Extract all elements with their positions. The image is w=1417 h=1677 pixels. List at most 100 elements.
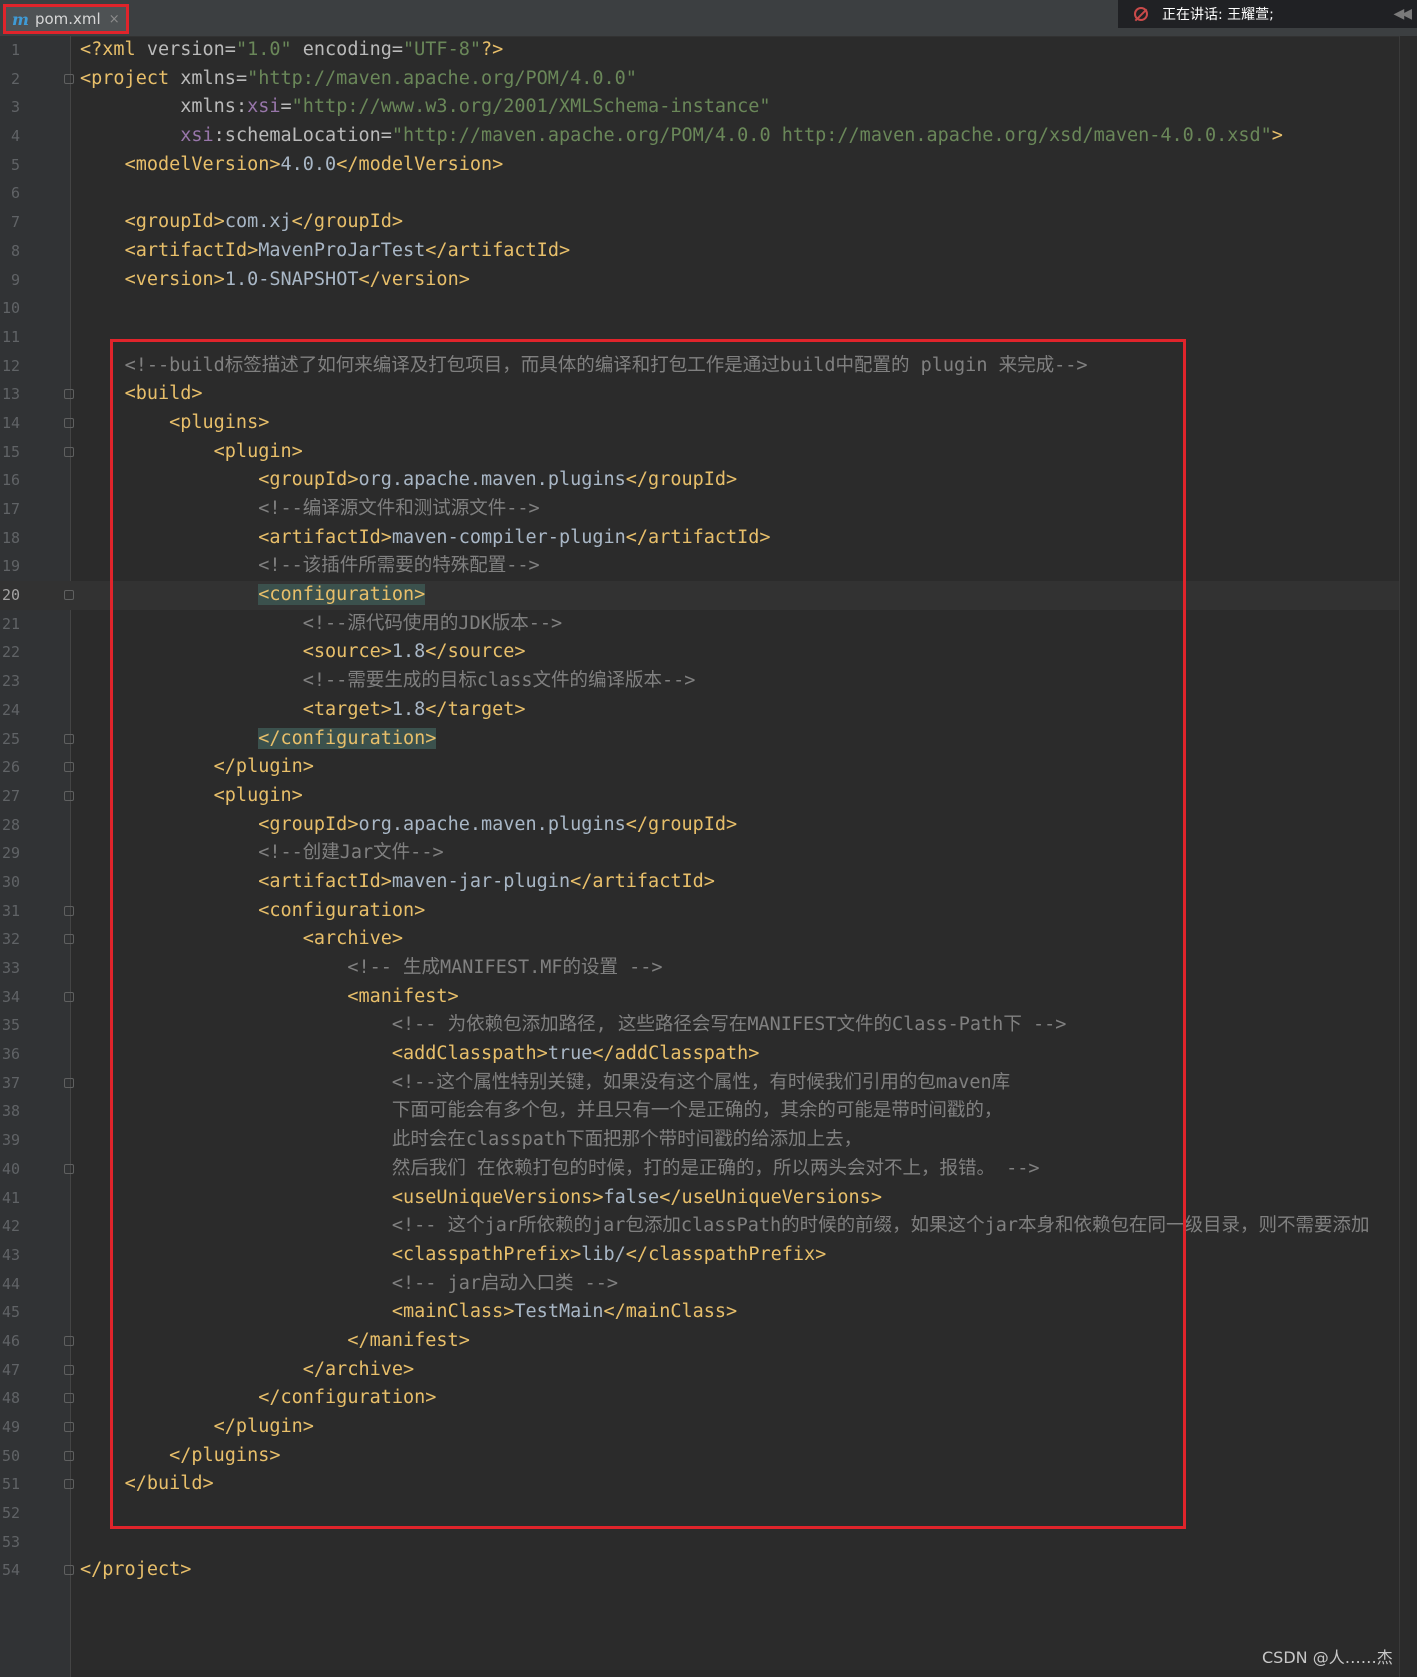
- code-line[interactable]: 28 <groupId>org.apache.maven.plugins</gr…: [0, 811, 1399, 840]
- code-line[interactable]: 41 <useUniqueVersions>false</useUniqueVe…: [0, 1184, 1399, 1213]
- muted-mic-icon[interactable]: [1134, 7, 1148, 21]
- code-token: <!--源代码使用的JDK版本-->: [302, 612, 563, 634]
- code-line[interactable]: 8 <artifactId>MavenProJarTest</artifactI…: [0, 237, 1399, 266]
- fold-marker-icon[interactable]: [64, 934, 74, 945]
- fold-marker-icon[interactable]: [64, 1450, 74, 1461]
- collapse-arrows-icon[interactable]: ◀◀: [1393, 6, 1411, 22]
- code-line[interactable]: 23 <!--需要生成的目标class文件的编译版本-->: [0, 667, 1399, 696]
- code-line[interactable]: 2 <project xmlns="http://maven.apache.org…: [0, 65, 1399, 94]
- code-line[interactable]: 38 下面可能会有多个包，并且只有一个是正确的，其余的可能是带时间戳的，: [0, 1097, 1399, 1126]
- code-token: "http://maven.apache.org/POM/4.0.0": [247, 67, 637, 89]
- code-text: <artifactId>MavenProJarTest</artifactId>: [80, 237, 571, 266]
- code-token: <build>: [124, 383, 203, 405]
- code-token: <classpathPrefix>: [391, 1243, 582, 1265]
- code-line[interactable]: 16 <groupId>org.apache.maven.plugins</gr…: [0, 466, 1399, 495]
- code-line[interactable]: 34 <manifest>: [0, 983, 1399, 1012]
- code-line[interactable]: 25 </configuration>: [0, 725, 1399, 754]
- fold-marker-icon[interactable]: [64, 590, 74, 601]
- code-text: </project>: [80, 1556, 191, 1585]
- code-line[interactable]: 4 xsi:schemaLocation="http://maven.apach…: [0, 122, 1399, 151]
- fold-marker-icon[interactable]: [64, 1335, 74, 1346]
- fold-marker-icon[interactable]: [64, 389, 74, 400]
- tab-pom-xml[interactable]: m pom.xml ×: [3, 4, 129, 34]
- fold-marker-icon[interactable]: [64, 73, 74, 84]
- fold-marker-icon[interactable]: [64, 1163, 74, 1174]
- code-line[interactable]: 35 <!-- 为依赖包添加路径, 这些路径会写在MANIFEST文件的Clas…: [0, 1011, 1399, 1040]
- code-line[interactable]: 26 </plugin>: [0, 753, 1399, 782]
- code-line[interactable]: 45 <mainClass>TestMain</mainClass>: [0, 1298, 1399, 1327]
- code-token: <!--创建Jar文件-->: [258, 842, 444, 864]
- code-line[interactable]: 50 </plugins>: [0, 1442, 1399, 1471]
- fold-marker-icon[interactable]: [64, 733, 74, 744]
- vertical-scrollbar[interactable]: [1399, 36, 1417, 1677]
- code-line[interactable]: 52: [0, 1499, 1399, 1528]
- code-line[interactable]: 6: [0, 179, 1399, 208]
- code-line[interactable]: 7 <groupId>com.xj</groupId>: [0, 208, 1399, 237]
- code-line[interactable]: 21 <!--源代码使用的JDK版本-->: [0, 610, 1399, 639]
- code-line[interactable]: 15 <plugin>: [0, 438, 1399, 467]
- code-text: <groupId>org.apache.maven.plugins</group…: [80, 466, 737, 495]
- fold-marker-icon[interactable]: [64, 1479, 74, 1490]
- code-token: </groupId>: [625, 469, 738, 491]
- meeting-speaking-bar: 正在讲话: 王耀萱; ◀◀: [1118, 0, 1417, 28]
- close-icon[interactable]: ×: [109, 12, 120, 27]
- code-line[interactable]: 51 </build>: [0, 1470, 1399, 1499]
- code-line[interactable]: 33 <!-- 生成MANIFEST.MF的设置 -->: [0, 954, 1399, 983]
- code-line[interactable]: 36 <addClasspath>true</addClasspath>: [0, 1040, 1399, 1069]
- code-line[interactable]: 43 <classpathPrefix>lib/</classpathPrefi…: [0, 1241, 1399, 1270]
- fold-marker-icon[interactable]: [64, 1077, 74, 1088]
- fold-marker-icon[interactable]: [64, 417, 74, 428]
- code-line[interactable]: 31 <configuration>: [0, 897, 1399, 926]
- code-line[interactable]: 5 <modelVersion>4.0.0</modelVersion>: [0, 151, 1399, 180]
- code-editor[interactable]: 1 <?xml version="1.0" encoding="UTF-8"?> 2…: [0, 36, 1399, 1585]
- code-line[interactable]: 40 然后我们 在依赖打包的时候，打的是正确的，所以两头会对不上，报错。 -->: [0, 1155, 1399, 1184]
- code-line[interactable]: 13 <build>: [0, 380, 1399, 409]
- code-text: <useUniqueVersions>false</useUniqueVersi…: [80, 1184, 882, 1213]
- code-line[interactable]: 49 </plugin>: [0, 1413, 1399, 1442]
- code-text: <?xml version="1.0" encoding="UTF-8"?>: [80, 36, 503, 65]
- code-line[interactable]: 24 <target>1.8</target>: [0, 696, 1399, 725]
- line-number: 1: [10, 41, 20, 59]
- fold-marker-icon[interactable]: [64, 1565, 74, 1576]
- code-text: <modelVersion>4.0.0</modelVersion>: [80, 151, 504, 180]
- code-line[interactable]: 44 <!-- jar启动入口类 -->: [0, 1270, 1399, 1299]
- code-line[interactable]: 20 <configuration>: [0, 581, 1399, 610]
- fold-marker-icon[interactable]: [64, 790, 74, 801]
- code-token: </plugin>: [213, 756, 314, 778]
- code-line[interactable]: 19 <!--该插件所需要的特殊配置-->: [0, 552, 1399, 581]
- code-line[interactable]: 54 </project>: [0, 1556, 1399, 1585]
- code-line[interactable]: 27 <plugin>: [0, 782, 1399, 811]
- code-line[interactable]: 10: [0, 294, 1399, 323]
- code-line[interactable]: 1 <?xml version="1.0" encoding="UTF-8"?>: [0, 36, 1399, 65]
- code-line[interactable]: 47 </archive>: [0, 1356, 1399, 1385]
- code-line[interactable]: 14 <plugins>: [0, 409, 1399, 438]
- code-line[interactable]: 48 </configuration>: [0, 1384, 1399, 1413]
- code-text: <artifactId>maven-compiler-plugin</artif…: [80, 524, 770, 553]
- code-line[interactable]: 17 <!--编译源文件和测试源文件-->: [0, 495, 1399, 524]
- fold-marker-icon[interactable]: [64, 446, 74, 457]
- code-line[interactable]: 32 <archive>: [0, 925, 1399, 954]
- fold-marker-icon[interactable]: [64, 1422, 74, 1432]
- code-token: com.xj: [224, 211, 292, 233]
- code-line[interactable]: 42 <!-- 这个jar所依赖的jar包添加classPath的时候的前缀，如…: [0, 1212, 1399, 1241]
- fold-marker-icon[interactable]: [64, 991, 74, 1002]
- code-line[interactable]: 29 <!--创建Jar文件-->: [0, 839, 1399, 868]
- code-line[interactable]: 12 <!--build标签描述了如何来编译及打包项目，而具体的编译和打包工作是…: [0, 352, 1399, 381]
- code-line[interactable]: 39 此时会在classpath下面把那个带时间戳的给添加上去，: [0, 1126, 1399, 1155]
- code-line[interactable]: 22 <source>1.8</source>: [0, 638, 1399, 667]
- code-token: <!--build标签描述了如何来编译及打包项目，而具体的编译和打包工作是通过b…: [124, 354, 1088, 376]
- code-line[interactable]: 53: [0, 1528, 1399, 1557]
- code-line[interactable]: 37 <!--这个属性特别关键，如果没有这个属性，有时候我们引用的包maven库: [0, 1069, 1399, 1098]
- code-line[interactable]: 46 </manifest>: [0, 1327, 1399, 1356]
- fold-marker-icon[interactable]: [64, 1364, 74, 1375]
- code-line[interactable]: 30 <artifactId>maven-jar-plugin</artifac…: [0, 868, 1399, 897]
- code-line[interactable]: 3 xmlns:xsi="http://www.w3.org/2001/XMLS…: [0, 93, 1399, 122]
- fold-marker-icon[interactable]: [64, 762, 74, 773]
- code-line[interactable]: 11: [0, 323, 1399, 352]
- fold-marker-icon[interactable]: [64, 1393, 74, 1404]
- code-line[interactable]: 9 <version>1.0-SNAPSHOT</version>: [0, 266, 1399, 295]
- fold-marker-icon[interactable]: [64, 905, 74, 916]
- code-line[interactable]: 18 <artifactId>maven-compiler-plugin</ar…: [0, 524, 1399, 553]
